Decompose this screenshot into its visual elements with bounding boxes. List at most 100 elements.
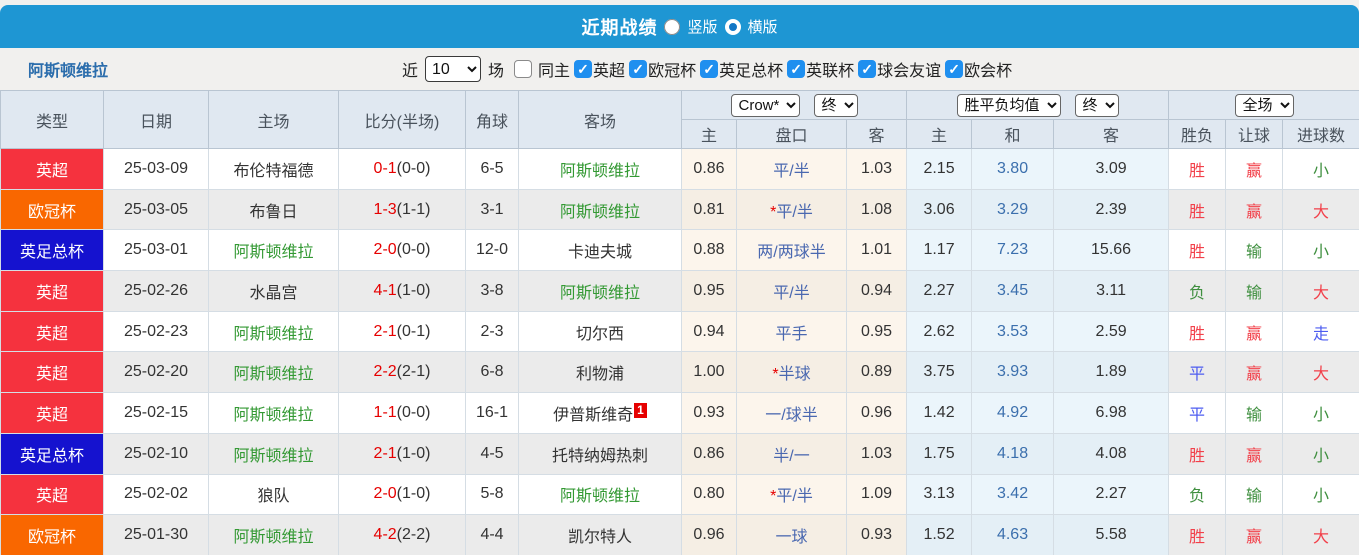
away-odds-cell: 1.08 — [847, 189, 907, 230]
handicap-cell: *平/半 — [737, 189, 847, 230]
league-filter-checkbox[interactable] — [945, 60, 963, 78]
home-team-cell: 布鲁日 — [209, 189, 339, 230]
league-filter-label[interactable]: 欧会杯 — [964, 57, 1012, 81]
avg-type-select[interactable]: 胜平负均值 — [957, 94, 1061, 117]
date-cell: 25-02-20 — [104, 352, 209, 393]
away-odds-cell: 1.03 — [847, 433, 907, 474]
home-team-cell: 阿斯顿维拉 — [209, 311, 339, 352]
half-score: (0-1) — [397, 323, 431, 340]
handicap-cell: 平/半 — [737, 149, 847, 190]
avg-lose-cell: 2.59 — [1054, 311, 1169, 352]
scope-select[interactable]: 全场 — [1235, 94, 1294, 117]
avg-state-select[interactable]: 终 — [1075, 94, 1119, 117]
handicap-cell: 平手 — [737, 311, 847, 352]
full-score: 1-3 — [374, 201, 397, 218]
league-filter[interactable]: 欧冠杯 — [629, 57, 696, 81]
corner-cell: 5-8 — [466, 474, 519, 515]
subcol-header-avg-win: 主 — [907, 120, 972, 149]
date-cell: 25-02-10 — [104, 433, 209, 474]
handicap-result-cell: 输 — [1226, 393, 1283, 434]
league-filter-checkbox[interactable] — [787, 60, 805, 78]
handicap-cell: 两/两球半 — [737, 230, 847, 271]
home-team-name: 布鲁日 — [249, 204, 297, 221]
subcol-header-home-odds: 主 — [682, 120, 737, 149]
away-team-name: 托特纳姆热刺 — [552, 448, 648, 465]
league-filter-label[interactable]: 英超 — [593, 57, 625, 81]
league-filter-label[interactable]: 欧冠杯 — [648, 57, 696, 81]
league-filter-checkbox[interactable] — [574, 60, 592, 78]
league-filter[interactable]: 球会友谊 — [858, 57, 941, 81]
handicap-result-cell: 输 — [1226, 271, 1283, 312]
half-score: (1-0) — [397, 445, 431, 462]
half-score: (0-0) — [397, 241, 431, 258]
handicap-result-cell: 赢 — [1226, 311, 1283, 352]
home-team-name: 狼队 — [257, 488, 289, 505]
half-score: (1-1) — [397, 201, 431, 218]
league-filter-label[interactable]: 球会友谊 — [877, 57, 941, 81]
odds-company-select[interactable]: Crow* — [731, 94, 800, 117]
layout-vertical-label[interactable]: 竖版 — [687, 16, 717, 37]
avg-draw-cell: 3.29 — [972, 189, 1054, 230]
score-cell: 4-1(1-0) — [339, 271, 466, 312]
layout-horizontal-radio[interactable] — [725, 19, 741, 35]
league-cell: 英超 — [1, 352, 104, 393]
league-cell: 英超 — [1, 474, 104, 515]
table-header: 类型 日期 主场 比分(半场) 角球 客场 Crow* 终 胜平负均值 终 全场 — [1, 91, 1359, 149]
away-team-name: 切尔西 — [576, 326, 624, 343]
avg-lose-cell: 1.89 — [1054, 352, 1169, 393]
away-odds-cell: 0.96 — [847, 393, 907, 434]
league-filter-label[interactable]: 英足总杯 — [719, 57, 783, 81]
away-odds-cell: 0.95 — [847, 311, 907, 352]
score-cell: 2-0(0-0) — [339, 230, 466, 271]
score-cell: 1-1(0-0) — [339, 393, 466, 434]
handicap-value: 平/半 — [773, 285, 809, 302]
league-filter[interactable]: 欧会杯 — [945, 57, 1012, 81]
layout-vertical-radio[interactable] — [664, 19, 680, 35]
half-score: (1-0) — [397, 282, 431, 299]
handicap-value: 两/两球半 — [757, 244, 825, 261]
avg-draw-cell: 3.93 — [972, 352, 1054, 393]
home-team-name: 阿斯顿维拉 — [233, 366, 313, 383]
league-filter-checkbox[interactable] — [858, 60, 876, 78]
corner-cell: 3-8 — [466, 271, 519, 312]
odds-state-select[interactable]: 终 — [814, 94, 858, 117]
league-filter-label[interactable]: 英联杯 — [806, 57, 854, 81]
home-team-name: 阿斯顿维拉 — [233, 244, 313, 261]
away-odds-cell: 1.09 — [847, 474, 907, 515]
avg-lose-cell: 4.08 — [1054, 433, 1169, 474]
league-filter[interactable]: 英超 — [574, 57, 625, 81]
home-odds-cell: 0.95 — [682, 271, 737, 312]
avg-draw-cell: 3.42 — [972, 474, 1054, 515]
home-team-name: 阿斯顿维拉 — [233, 529, 313, 546]
score-cell: 2-1(1-0) — [339, 433, 466, 474]
subcol-header-avg-draw: 和 — [972, 120, 1054, 149]
avg-draw-cell: 4.63 — [972, 515, 1054, 555]
col-header-type: 类型 — [1, 91, 104, 149]
home-team-name: 水晶宫 — [249, 285, 297, 302]
result-cell: 负 — [1169, 474, 1226, 515]
same-home-checkbox[interactable] — [514, 60, 532, 78]
table-row: 英超 25-02-15 阿斯顿维拉 1-1(0-0) 16-1 伊普斯维奇1 0… — [1, 393, 1359, 434]
league-cell: 英超 — [1, 311, 104, 352]
match-count-select[interactable]: 10 — [425, 56, 481, 82]
handicap-cell: 半/一 — [737, 433, 847, 474]
league-filter[interactable]: 英足总杯 — [700, 57, 783, 81]
home-odds-cell: 0.86 — [682, 433, 737, 474]
avg-draw-cell: 3.80 — [972, 149, 1054, 190]
handicap-cell: 一球 — [737, 515, 847, 555]
same-home-label[interactable]: 同主 — [538, 57, 570, 81]
league-filter[interactable]: 英联杯 — [787, 57, 854, 81]
home-odds-cell: 0.81 — [682, 189, 737, 230]
avg-win-cell: 1.52 — [907, 515, 972, 555]
half-score: (0-0) — [397, 160, 431, 177]
league-cell: 英超 — [1, 149, 104, 190]
league-filter-checkbox[interactable] — [700, 60, 718, 78]
goals-result-cell: 大 — [1283, 271, 1359, 312]
subcol-header-handicap: 盘口 — [737, 120, 847, 149]
full-score: 2-0 — [374, 241, 397, 258]
layout-horizontal-label[interactable]: 横版 — [748, 16, 778, 37]
goals-result-cell: 小 — [1283, 474, 1359, 515]
half-score: (1-0) — [397, 485, 431, 502]
score-cell: 4-2(2-2) — [339, 515, 466, 555]
league-filter-checkbox[interactable] — [629, 60, 647, 78]
